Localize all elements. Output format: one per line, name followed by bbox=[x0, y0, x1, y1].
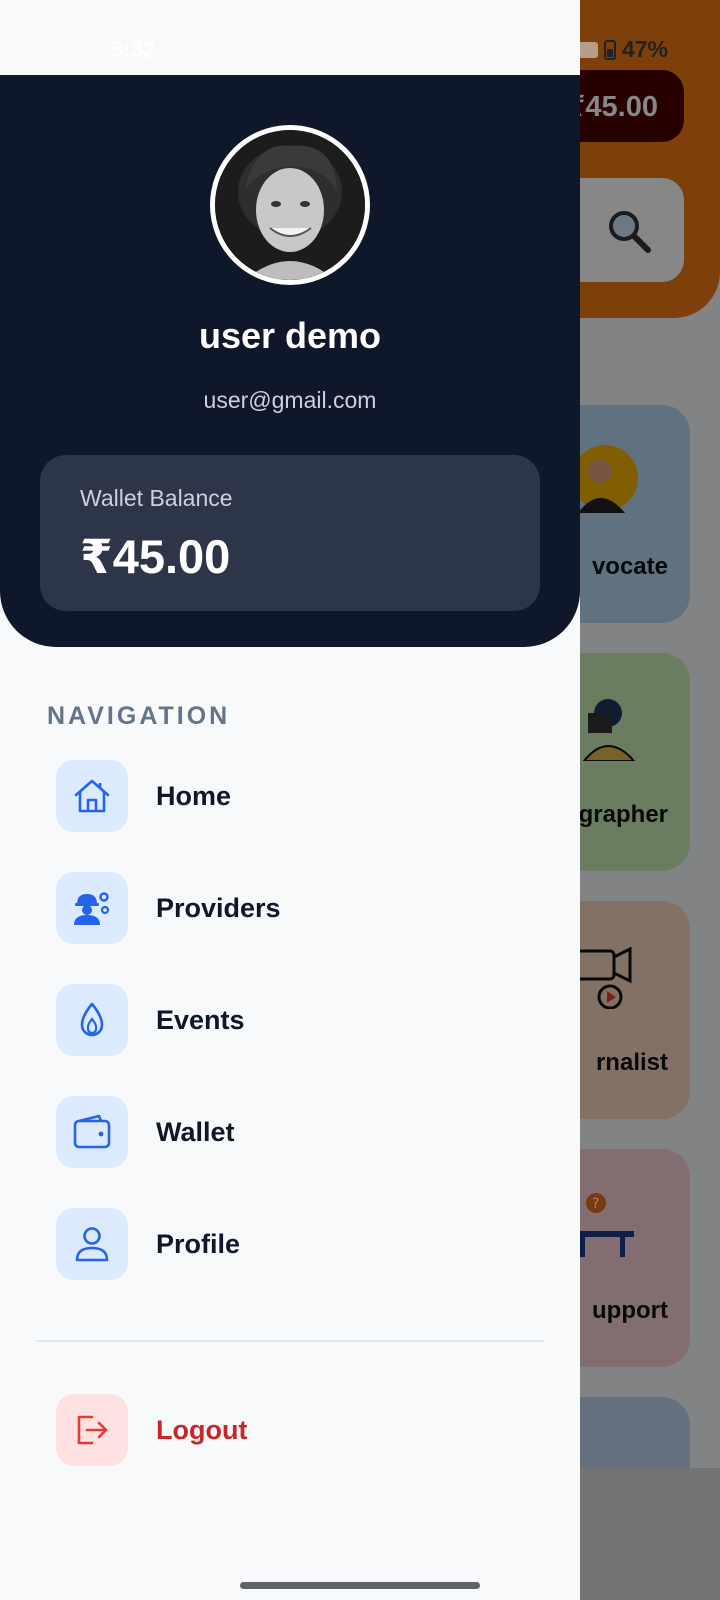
nav-icon-container bbox=[56, 984, 128, 1056]
nav-item-wallet[interactable]: Wallet bbox=[56, 1096, 536, 1168]
wallet-balance-card[interactable]: Wallet Balance ₹45.00 bbox=[40, 455, 540, 611]
wallet-balance-label: Wallet Balance bbox=[80, 485, 233, 511]
nav-item-label: Home bbox=[156, 780, 232, 811]
nav-item-events[interactable]: Events bbox=[56, 984, 536, 1056]
avatar[interactable] bbox=[210, 125, 370, 285]
avatar-photo bbox=[215, 130, 365, 280]
providers-icon bbox=[74, 892, 110, 925]
nav-icon-container bbox=[56, 760, 128, 832]
nav-item-providers[interactable]: Providers bbox=[56, 872, 536, 944]
flame-icon bbox=[80, 1002, 104, 1037]
nav-item-profile[interactable]: Profile bbox=[56, 1208, 536, 1280]
home-indicator[interactable] bbox=[240, 1582, 480, 1589]
nav-item-label: Profile bbox=[156, 1228, 241, 1259]
nav-item-home[interactable]: Home bbox=[56, 760, 536, 832]
navigation-section-heading: NAVIGATION bbox=[47, 702, 231, 730]
nav-item-label: Events bbox=[156, 1004, 245, 1035]
battery-icon bbox=[603, 39, 616, 60]
nav-icon-container bbox=[56, 1394, 128, 1466]
nav-icon-container bbox=[56, 872, 128, 944]
nav-icon-container bbox=[56, 1096, 128, 1168]
user-name: user demo bbox=[198, 315, 382, 356]
user-email: user@gmail.com bbox=[203, 387, 377, 413]
drawer-header: user demo user@gmail.com Wallet Balance … bbox=[0, 75, 580, 647]
status-time: 3:32 bbox=[110, 36, 157, 62]
wallet-balance-amount: ₹45.00 bbox=[80, 530, 231, 583]
logout-button[interactable]: Logout bbox=[56, 1394, 536, 1466]
nav-icon-container bbox=[56, 1208, 128, 1280]
drawer-status-strip: 3:32 bbox=[0, 0, 580, 75]
navigation-drawer: 3:32 user demo user@gmail.com Wallet Bal… bbox=[0, 0, 580, 1600]
screen: ₹45.00 vocate ographer rnalist ? upport … bbox=[0, 0, 720, 1600]
drawer-divider bbox=[36, 1340, 544, 1342]
logout-icon bbox=[77, 1415, 108, 1445]
user-icon bbox=[75, 1227, 109, 1262]
battery-percentage: 47% bbox=[621, 36, 668, 62]
nav-item-label: Providers bbox=[156, 892, 281, 923]
logout-label: Logout bbox=[156, 1414, 248, 1445]
home-icon bbox=[74, 779, 110, 813]
wallet-icon bbox=[73, 1114, 111, 1149]
nav-item-label: Wallet bbox=[156, 1116, 235, 1147]
